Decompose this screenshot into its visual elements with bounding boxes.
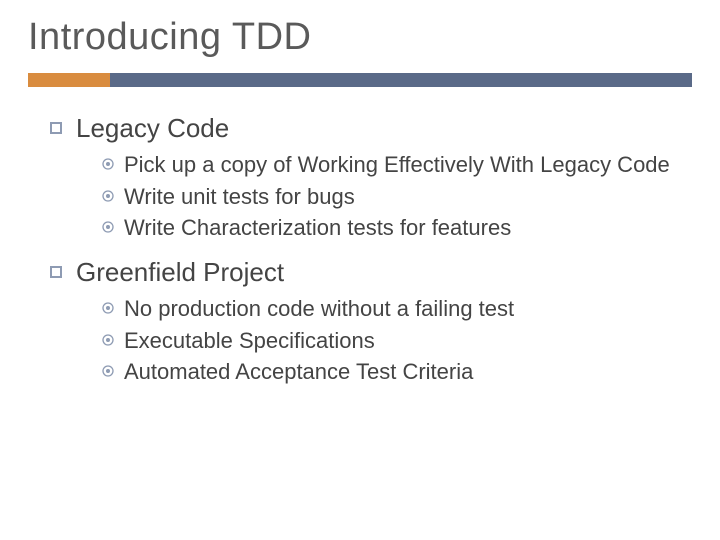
slide: Introducing TDD Legacy Code Pick up a co… — [0, 0, 720, 540]
target-bullet-icon — [102, 302, 114, 314]
list-item-text: Pick up a copy of Working Effectively Wi… — [124, 150, 670, 180]
section-items: Pick up a copy of Working Effectively Wi… — [50, 150, 692, 243]
section-items: No production code without a failing tes… — [50, 294, 692, 387]
section-heading: Greenfield Project — [50, 257, 692, 288]
slide-title: Introducing TDD — [28, 16, 692, 59]
list-item: Write Characterization tests for feature… — [102, 213, 692, 243]
list-item: Executable Specifications — [102, 326, 692, 356]
title-rule — [28, 73, 692, 87]
list-item-text: Write unit tests for bugs — [124, 182, 355, 212]
target-bullet-icon — [102, 158, 114, 170]
target-bullet-icon — [102, 221, 114, 233]
list-item: Pick up a copy of Working Effectively Wi… — [102, 150, 692, 180]
list-item: Automated Acceptance Test Criteria — [102, 357, 692, 387]
target-bullet-icon — [102, 334, 114, 346]
target-bullet-icon — [102, 190, 114, 202]
section-heading-text: Greenfield Project — [76, 257, 284, 288]
list-item-text: Executable Specifications — [124, 326, 375, 356]
section-heading-text: Legacy Code — [76, 113, 229, 144]
content-body: Legacy Code Pick up a copy of Working Ef… — [28, 113, 692, 387]
list-item: Write unit tests for bugs — [102, 182, 692, 212]
target-bullet-icon — [102, 365, 114, 377]
rule-main — [110, 73, 692, 87]
list-item-text: No production code without a failing tes… — [124, 294, 514, 324]
section-heading: Legacy Code — [50, 113, 692, 144]
square-bullet-icon — [50, 266, 62, 278]
rule-accent — [28, 73, 110, 87]
list-item: No production code without a failing tes… — [102, 294, 692, 324]
list-item-text: Automated Acceptance Test Criteria — [124, 357, 473, 387]
square-bullet-icon — [50, 122, 62, 134]
list-item-text: Write Characterization tests for feature… — [124, 213, 511, 243]
